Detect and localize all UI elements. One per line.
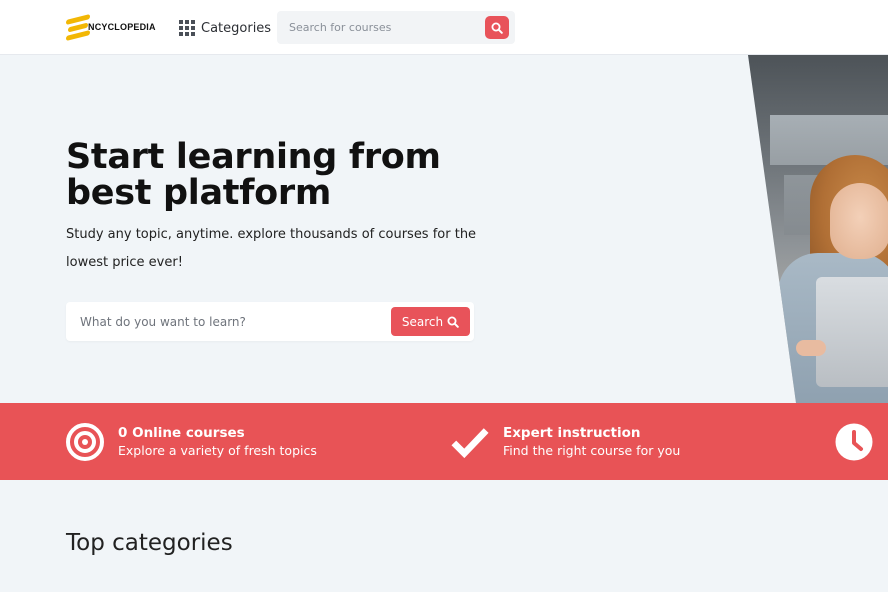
- hero-search-button-label: Search: [401, 314, 444, 329]
- feature-lifetime-access: [835, 403, 873, 480]
- site-logo[interactable]: NCYCLOPEDIA: [66, 14, 156, 41]
- hero-subtitle: Study any topic, anytime. explore thousa…: [66, 227, 477, 270]
- feature-online-courses: 0 Online courses Explore a variety of fr…: [66, 403, 317, 480]
- header-search-button[interactable]: [485, 16, 509, 39]
- checkmark-icon: [451, 423, 489, 461]
- feature-desc: Explore a variety of fresh topics: [118, 442, 317, 458]
- site-header: NCYCLOPEDIA Categories: [0, 0, 888, 55]
- hero-title: Start learning from best platform: [66, 137, 441, 213]
- clock-icon: [835, 423, 873, 461]
- hero-search-button[interactable]: Search: [391, 307, 470, 336]
- feature-banner: 0 Online courses Explore a variety of fr…: [0, 403, 888, 480]
- grid-icon: [179, 20, 195, 36]
- categories-button[interactable]: Categories: [179, 17, 271, 39]
- feature-expert-instruction: Expert instruction Find the right course…: [451, 403, 680, 480]
- header-search-input[interactable]: [277, 11, 477, 44]
- hero-image: [748, 55, 888, 403]
- feature-title: 0 Online courses: [118, 424, 245, 441]
- feature-title: Expert instruction: [503, 424, 641, 441]
- feature-desc: Find the right course for you: [503, 442, 681, 458]
- top-categories-title: Top categories: [66, 530, 233, 556]
- logo-text: NCYCLOPEDIA: [88, 22, 156, 32]
- categories-label: Categories: [201, 20, 272, 36]
- target-icon: [66, 422, 104, 461]
- search-icon: [447, 316, 459, 328]
- logo-mark-icon: [66, 14, 90, 41]
- hero-search-box: Search: [66, 302, 474, 341]
- search-icon: [491, 22, 503, 34]
- header-search-box: [277, 11, 515, 44]
- hero-search-input[interactable]: [66, 302, 386, 341]
